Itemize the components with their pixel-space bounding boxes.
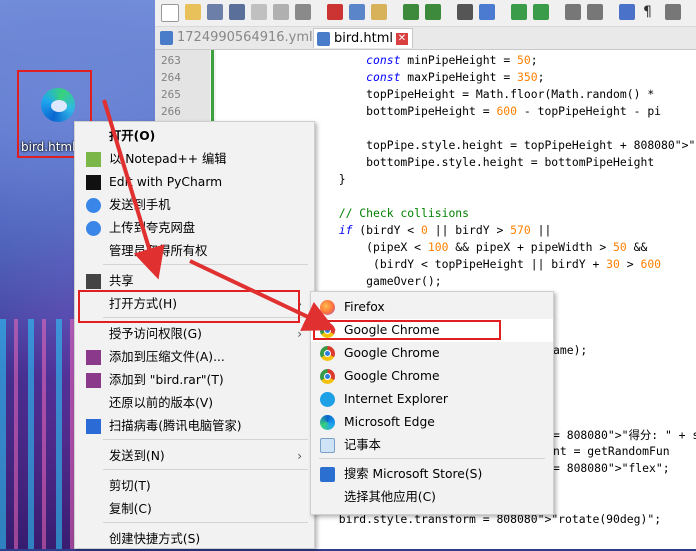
arrow-to-chrome	[189, 259, 336, 331]
annotation-arrows	[102, 99, 336, 331]
arrow-to-open-with	[102, 99, 165, 280]
